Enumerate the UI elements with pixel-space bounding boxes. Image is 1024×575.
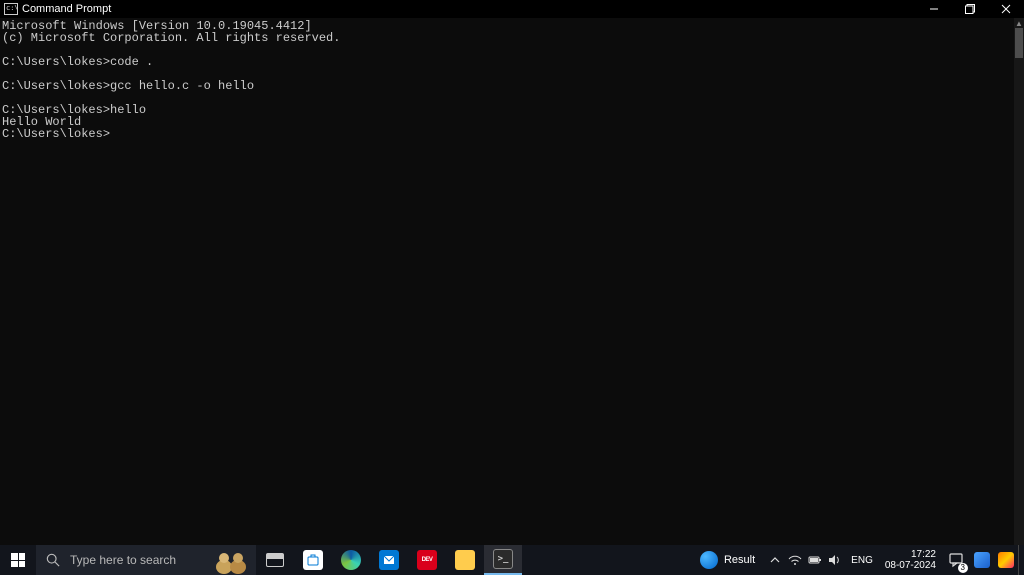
folder-icon <box>455 550 475 570</box>
edge-button[interactable] <box>332 545 370 575</box>
scroll-up-button[interactable]: ▲ <box>1014 18 1024 28</box>
language-indicator[interactable]: ENG <box>845 545 879 575</box>
command-prompt-taskbar-button[interactable]: >_ <box>484 545 522 575</box>
taskbar-search[interactable]: Type here to search <box>36 545 256 575</box>
search-placeholder: Type here to search <box>70 553 176 567</box>
task-view-icon <box>266 553 284 567</box>
vertical-scrollbar[interactable]: ▲ <box>1014 18 1024 545</box>
windows-logo-icon <box>11 553 25 567</box>
show-desktop-button[interactable] <box>1018 545 1024 575</box>
wifi-icon[interactable] <box>785 545 805 575</box>
volume-icon[interactable] <box>825 545 845 575</box>
clock-time: 17:22 <box>885 549 936 560</box>
minimize-button[interactable] <box>916 0 952 18</box>
window-title: Command Prompt <box>22 3 111 15</box>
notification-badge: 3 <box>958 563 968 573</box>
language-text: ENG <box>851 555 873 566</box>
search-icon <box>46 553 60 567</box>
tray-app-2[interactable] <box>994 545 1018 575</box>
scroll-thumb[interactable] <box>1015 28 1023 58</box>
terminal-area: Microsoft Windows [Version 10.0.19045.44… <box>0 18 1024 545</box>
command-prompt-icon: c:\ <box>4 3 18 15</box>
store-icon <box>303 550 323 570</box>
clock[interactable]: 17:22 08-07-2024 <box>879 545 942 575</box>
devcpp-button[interactable] <box>408 545 446 575</box>
search-highlight-image <box>210 547 254 575</box>
cmd-icon: >_ <box>493 549 513 569</box>
maximize-button[interactable] <box>952 0 988 18</box>
weather-label: Result <box>724 554 755 566</box>
system-tray <box>765 545 845 575</box>
mail-button[interactable] <box>370 545 408 575</box>
tray-overflow-button[interactable] <box>765 545 785 575</box>
mail-icon <box>379 550 399 570</box>
start-button[interactable] <box>0 545 36 575</box>
weather-icon <box>700 551 718 569</box>
clock-date: 08-07-2024 <box>885 560 936 571</box>
window-titlebar: c:\ Command Prompt <box>0 0 1024 18</box>
news-and-interests[interactable]: Result <box>690 545 765 575</box>
devcpp-icon <box>417 550 437 570</box>
task-view-button[interactable] <box>256 545 294 575</box>
tray-app-2-icon <box>998 552 1014 568</box>
file-explorer-button[interactable] <box>446 545 484 575</box>
action-center-button[interactable]: 3 <box>942 545 970 575</box>
titlebar-left: c:\ Command Prompt <box>4 3 111 15</box>
tray-app-1-icon <box>974 552 990 568</box>
window-controls <box>916 0 1024 18</box>
terminal-content[interactable]: Microsoft Windows [Version 10.0.19045.44… <box>0 18 1014 545</box>
tray-app-1[interactable] <box>970 545 994 575</box>
battery-icon[interactable] <box>805 545 825 575</box>
close-button[interactable] <box>988 0 1024 18</box>
edge-icon <box>341 550 361 570</box>
pinned-apps: >_ <box>256 545 522 575</box>
taskbar: Type here to search >_ Result <box>0 545 1024 575</box>
microsoft-store-button[interactable] <box>294 545 332 575</box>
